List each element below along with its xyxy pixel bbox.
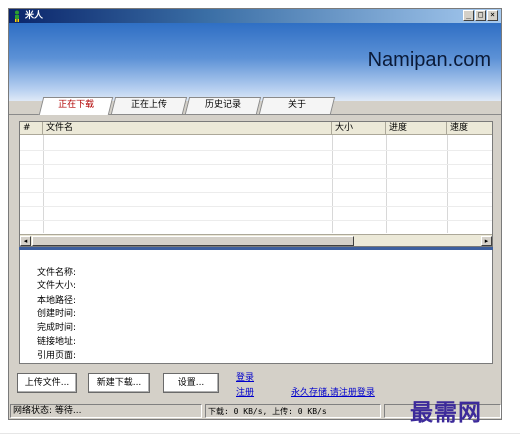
upload-file-button[interactable]: 上传文件... <box>17 373 77 393</box>
tab-history[interactable]: 历史记录 <box>184 97 262 114</box>
window-title: 米人 <box>25 11 44 21</box>
network-status: 网络状态: 等待... <box>10 404 202 418</box>
tab-label: 历史记录 <box>204 100 241 110</box>
detail-label-completed: 完成时间: <box>37 323 77 333</box>
column-header-filename[interactable]: 文件名 <box>43 122 332 135</box>
column-header-size[interactable]: 大小 <box>332 122 386 135</box>
file-details-panel: 文件名称: 文件大小: 本地路径: 创建时间: 完成时间: 链接地址: 引用页面… <box>19 250 493 364</box>
new-download-button[interactable]: 新建下载... <box>88 373 150 393</box>
title-bar[interactable]: 米人 _ □ × <box>9 9 501 23</box>
tab-strip: 正在下载 正在上传 历史记录 关于 <box>38 97 341 115</box>
tab-label: 正在上传 <box>130 100 167 110</box>
detail-label-created: 创建时间: <box>37 309 77 319</box>
detail-label-filename: 文件名称: <box>37 268 77 278</box>
row-divider <box>20 206 492 207</box>
maximize-button[interactable]: □ <box>475 10 486 21</box>
tab-about[interactable]: 关于 <box>258 97 336 114</box>
minimize-button[interactable]: _ <box>463 10 474 21</box>
detail-label-local-path: 本地路径: <box>37 296 77 306</box>
tab-label: 关于 <box>287 100 306 110</box>
column-header-speed[interactable]: 速度 <box>447 122 494 135</box>
header-banner: Namipan.com <box>9 23 501 101</box>
detail-label-referrer: 引用页面: <box>37 351 77 361</box>
row-divider <box>20 150 492 151</box>
column-header-progress[interactable]: 进度 <box>386 122 447 135</box>
transfer-speed: 下载: 0 KB/s, 上传: 0 KB/s <box>205 404 381 418</box>
detail-label-link: 链接地址: <box>37 337 77 347</box>
tab-uploading[interactable]: 正在上传 <box>110 97 188 114</box>
row-divider <box>20 192 492 193</box>
detail-label-filesize: 文件大小: <box>37 281 77 291</box>
brand-logo-text: Namipan.com <box>367 49 491 71</box>
permanent-storage-link[interactable]: 永久存储,请注册登录 <box>291 385 375 398</box>
tab-label: 正在下载 <box>58 100 95 110</box>
scrollbar-thumb[interactable] <box>32 236 354 246</box>
horizontal-scrollbar[interactable]: ◂ ▸ <box>20 234 492 246</box>
row-divider <box>20 164 492 165</box>
row-divider <box>20 178 492 179</box>
settings-button[interactable]: 设置... <box>163 373 219 393</box>
arrow-left-icon[interactable]: ◂ <box>20 236 31 246</box>
person-icon <box>15 10 19 22</box>
page-bottom-divider <box>0 433 520 434</box>
row-divider <box>20 220 492 221</box>
close-button[interactable]: × <box>487 10 498 21</box>
watermark-logo: 最需网 <box>410 399 482 426</box>
download-table[interactable]: # 文件名 大小 进度 速度 ◂ ▸ <box>19 121 493 247</box>
table-header: # 文件名 大小 进度 速度 <box>20 122 492 135</box>
register-link[interactable]: 注册 <box>236 385 254 398</box>
login-link[interactable]: 登录 <box>236 370 254 383</box>
arrow-right-icon[interactable]: ▸ <box>481 236 492 246</box>
app-window: 米人 _ □ × Namipan.com 正在下载 正在上传 历史记录 关于 #… <box>8 8 502 420</box>
column-header-index[interactable]: # <box>20 122 43 135</box>
tab-downloading[interactable]: 正在下载 <box>38 97 114 115</box>
